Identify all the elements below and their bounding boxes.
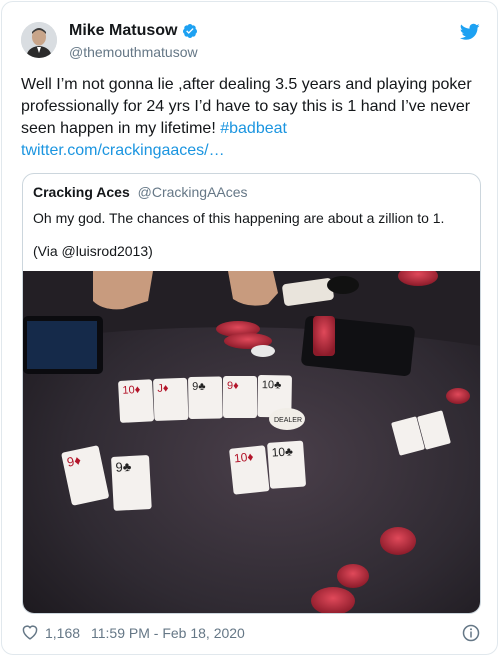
board-card-1-rank: 10♦: [122, 384, 141, 397]
board-cards: 10♦ J♦ 9♣ 9♦ 10♣: [118, 375, 292, 423]
table-screen-display: [27, 321, 97, 369]
chip-stack-bottom-3: [337, 564, 369, 588]
quoted-text: Oh my god. The chances of this happening…: [33, 210, 445, 226]
player-left-card-2-rank: 9♣: [115, 459, 132, 475]
hashtag-link[interactable]: #badbeat: [220, 120, 287, 137]
author-avatar[interactable]: [21, 22, 57, 58]
board-card-3-rank: 9♣: [192, 381, 206, 393]
verified-badge-icon: [183, 24, 198, 38]
chip-stack-bottom-2: [311, 587, 355, 613]
player-center-card-2-rank: 10♣: [271, 444, 293, 459]
avatar-photo: [21, 22, 57, 58]
dealer-button-label: DEALER: [274, 417, 302, 424]
shuffle-marker: [327, 276, 359, 294]
tweet-text: Well I’m not gonna lie ,after dealing 3.…: [21, 74, 483, 162]
chip-stack-bottom: [380, 527, 416, 555]
player-center-card-1: 10♦: [229, 445, 270, 495]
board-card-2: J♦: [153, 377, 189, 421]
tweet-card: Mike Matusow @themouthmatusow Well I’m n…: [1, 1, 498, 655]
player-left-card-2: 9♣: [111, 455, 152, 511]
poker-table-photo[interactable]: 10♦ J♦ 9♣ 9♦ 10♣ DEALER 9♦ 9♣ 10♦ 10♣: [23, 271, 481, 614]
dealer-hand-right: [228, 271, 278, 306]
white-chip: [251, 345, 275, 357]
quoted-author-handle[interactable]: @CrackingAAces: [138, 184, 248, 200]
author-handle[interactable]: @themouthmatusow: [69, 44, 198, 60]
tweet-timestamp[interactable]: 11:59 PM - Feb 18, 2020: [91, 625, 245, 641]
twitter-bird-icon[interactable]: [460, 23, 480, 41]
board-card-1: 10♦: [118, 379, 154, 423]
chip-stack-right: [446, 388, 470, 404]
quoted-tweet[interactable]: Cracking Aces @CrackingAAces Oh my god. …: [22, 173, 481, 614]
quoted-via: (Via @luisrod2013): [33, 243, 153, 259]
player-center-card-1-rank: 10♦: [233, 450, 254, 466]
tweet-footer: 1,168 11:59 PM - Feb 18, 2020: [21, 623, 481, 643]
info-icon[interactable]: [462, 624, 480, 642]
chip-stack-tray: [313, 316, 335, 356]
dealer-button: DEALER: [269, 408, 305, 430]
player-center-card-2: 10♣: [267, 440, 306, 489]
quoted-author-name[interactable]: Cracking Aces: [33, 184, 130, 200]
board-card-3: 9♣: [188, 376, 223, 419]
heart-icon[interactable]: [21, 624, 39, 640]
author-name[interactable]: Mike Matusow: [69, 22, 177, 40]
like-count[interactable]: 1,168: [45, 625, 80, 641]
board-card-2-rank: J♦: [157, 382, 169, 394]
board-card-5-rank: 10♣: [262, 379, 282, 391]
board-card-4-rank: 9♦: [227, 380, 239, 392]
author-name-row[interactable]: Mike Matusow: [69, 22, 198, 40]
quoted-header: Cracking Aces @CrackingAAces: [33, 184, 248, 200]
board-card-4: 9♦: [223, 376, 257, 418]
tweet-url-link[interactable]: twitter.com/crackingaaces/…: [21, 142, 225, 159]
